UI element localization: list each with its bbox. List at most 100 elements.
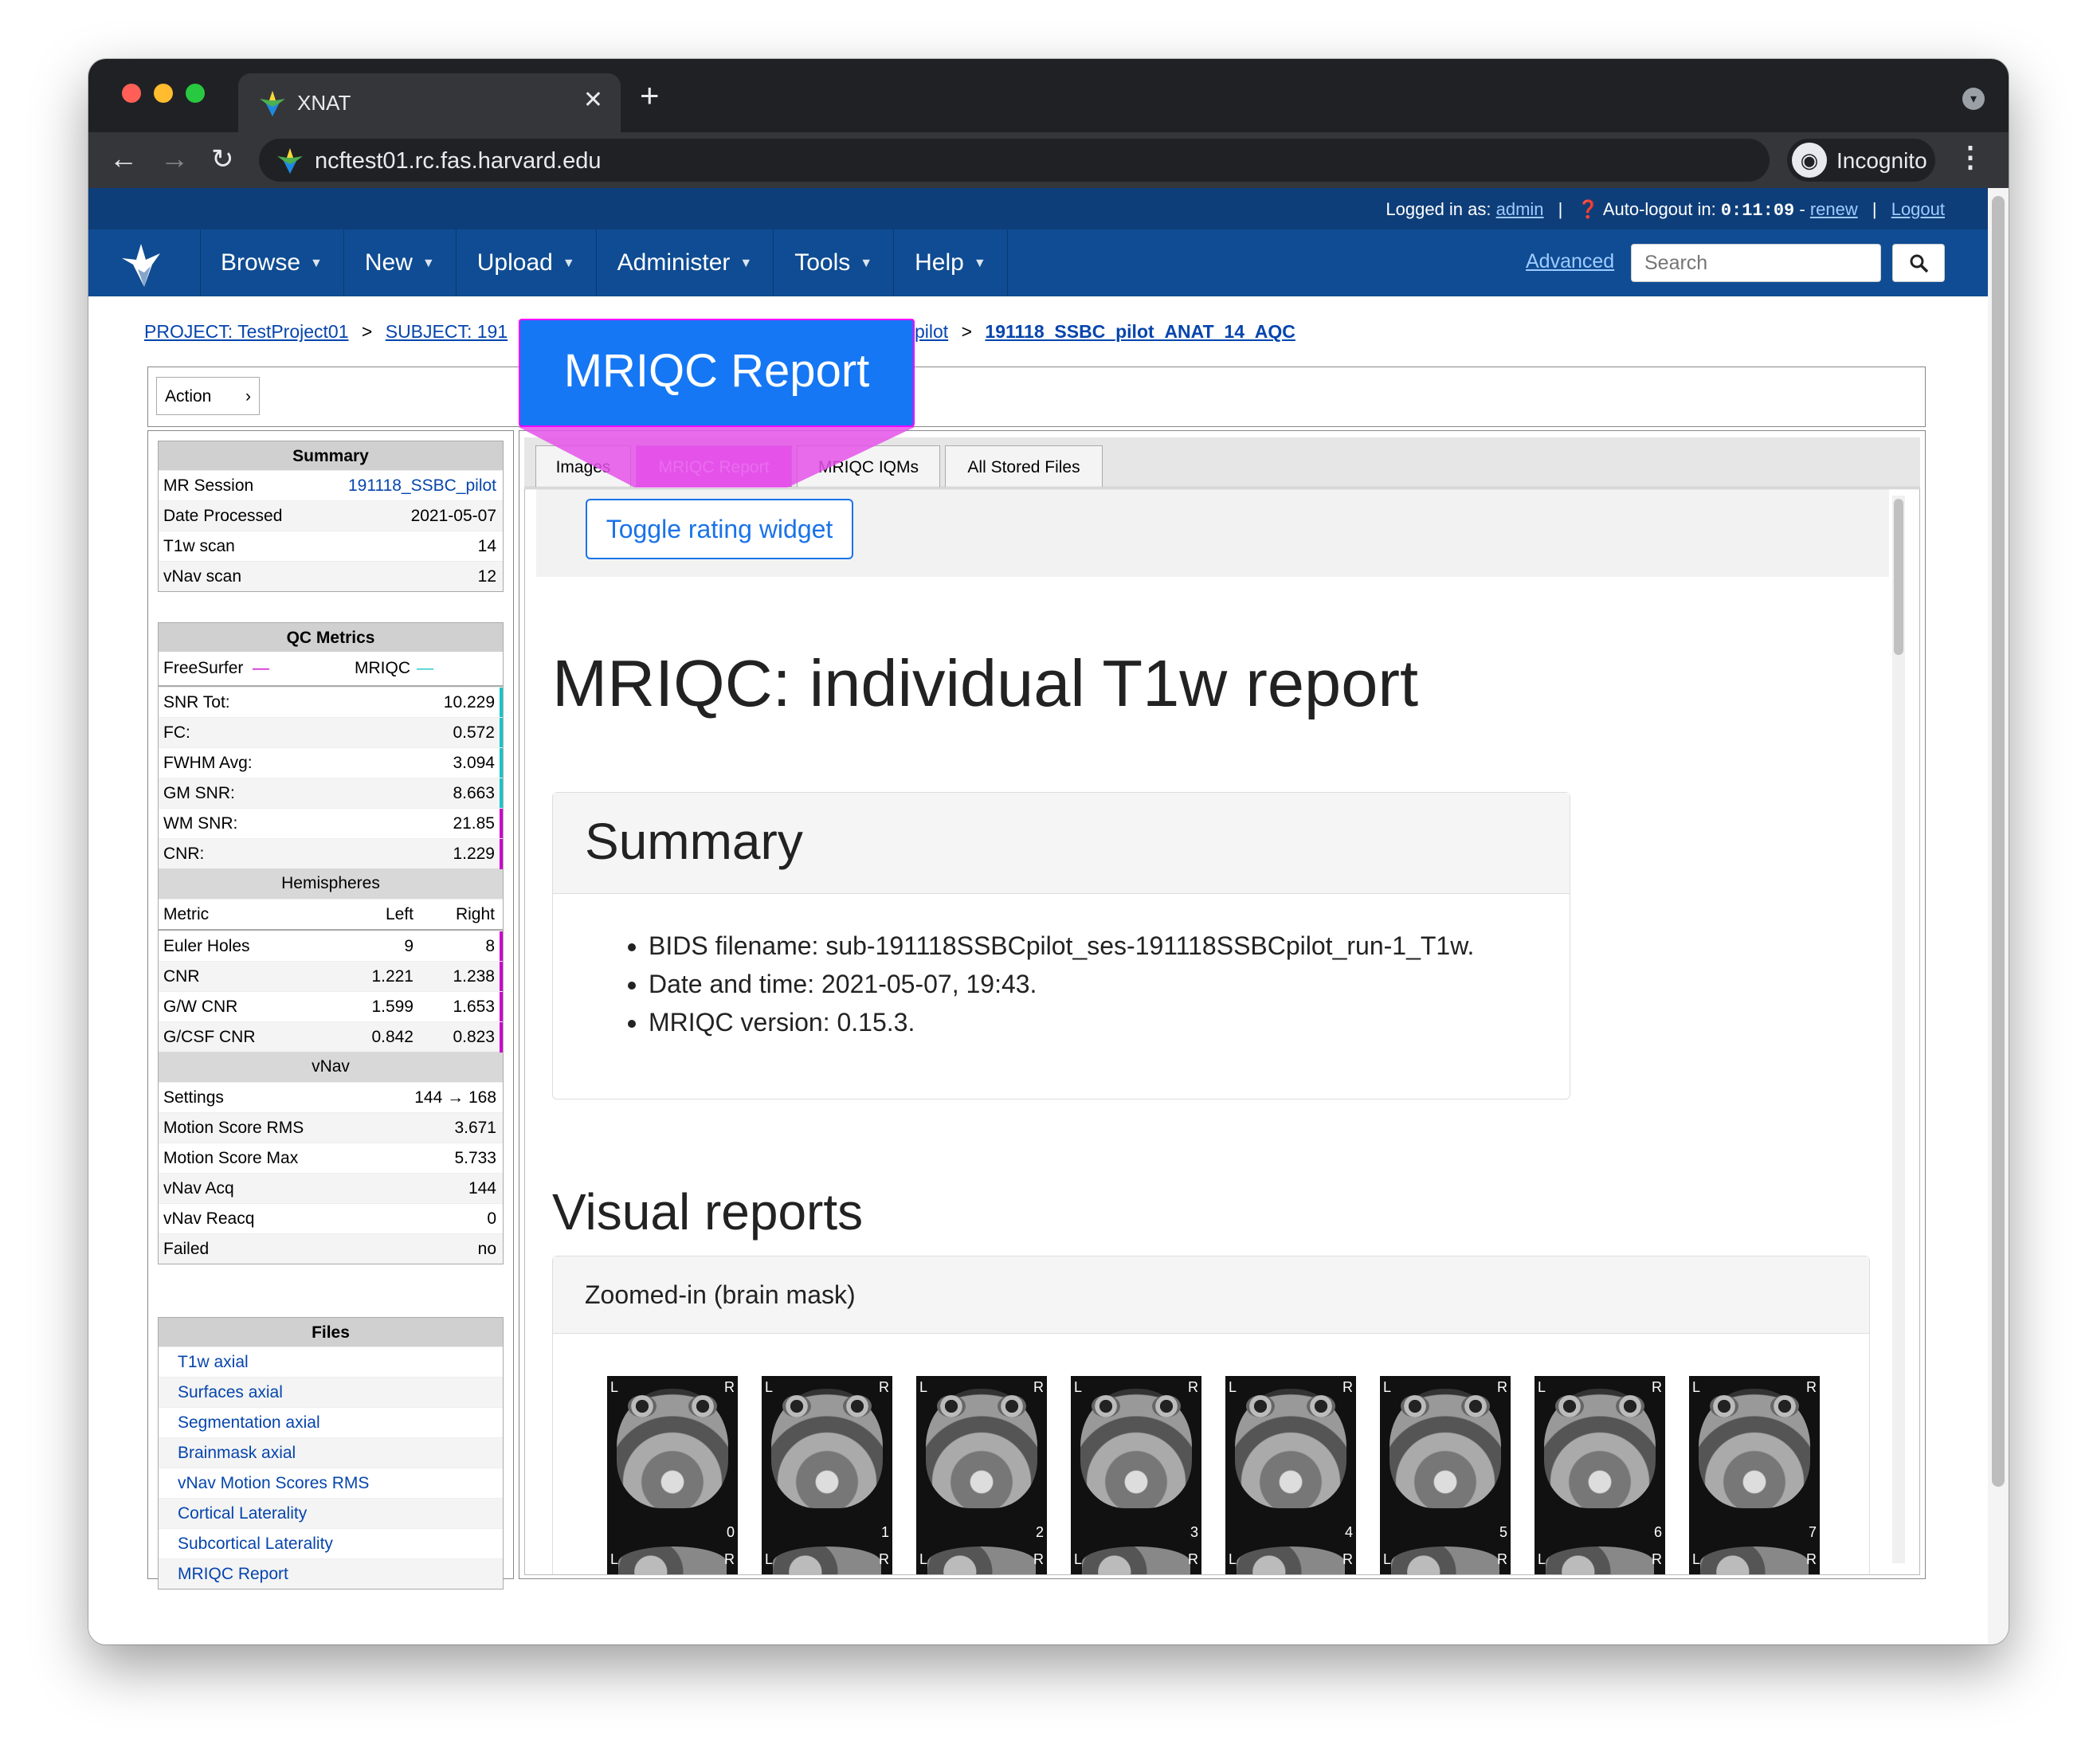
incognito-badge[interactable]: ◉ Incognito xyxy=(1787,139,1935,182)
mriqc-report-callout: MRIQC Report xyxy=(519,319,915,427)
close-window-button[interactable] xyxy=(122,84,141,103)
logout-link[interactable]: Logout xyxy=(1891,199,1945,219)
slice-thumbnail: L R L R 4 xyxy=(1225,1376,1356,1574)
reload-icon[interactable]: ↻ xyxy=(211,143,234,175)
vnav-row: vNav Acq 144 xyxy=(159,1173,503,1203)
xnat-logo[interactable] xyxy=(88,229,201,296)
toggle-rating-button[interactable]: Toggle rating widget xyxy=(586,499,853,559)
menu-upload[interactable]: Upload ▼ xyxy=(457,229,597,296)
tab-all-stored-files[interactable]: All Stored Files xyxy=(945,445,1103,487)
list-item: MRIQC version: 0.15.3. xyxy=(649,1003,1474,1041)
slice-thumbnail: L R L R 5 xyxy=(1380,1376,1511,1574)
session-link[interactable]: 191118_SSBC_pilot xyxy=(348,471,496,501)
maximize-window-button[interactable] xyxy=(186,84,205,103)
slice-label: R xyxy=(1033,1551,1044,1567)
browser-menu-icon[interactable]: ⋮ xyxy=(1956,140,1985,174)
search-input[interactable] xyxy=(1631,244,1881,282)
hemi-row: G/CSF CNR 0.842 0.823 xyxy=(159,1021,503,1053)
slice-label: R xyxy=(1188,1551,1198,1567)
qc-sidebar: Summary MR Session 191118_SSBC_pilot Date… xyxy=(147,430,514,1590)
menu-help[interactable]: Help ▼ xyxy=(894,229,1008,296)
action-bar: Action › xyxy=(147,367,1926,427)
tab-images[interactable]: Images xyxy=(535,445,631,487)
title-bar: XNAT ✕ + ▾ xyxy=(88,59,2009,132)
tab-mriqc-report[interactable]: MRIQC Report xyxy=(636,445,792,487)
slice-label: L xyxy=(1229,1551,1237,1567)
minimize-window-button[interactable] xyxy=(154,84,173,103)
slice-label: L xyxy=(1692,1379,1701,1395)
session-info-bar: Logged in as: admin | ❓ Auto-logout in: … xyxy=(88,188,1988,229)
browser-tab[interactable]: XNAT ✕ xyxy=(238,73,621,132)
menu-tools[interactable]: Tools ▼ xyxy=(774,229,895,296)
qc-metrics-section: QC Metrics FreeSurfer — MRIQC — SNR Tot: 10… xyxy=(158,622,504,1264)
list-item: BIDS filename: sub-191118SSBCpilot_ses-1… xyxy=(649,927,1474,965)
slice-label: R xyxy=(1188,1379,1198,1395)
autologout-label: Auto-logout in: xyxy=(1602,199,1716,219)
frame-scrollbar[interactable] xyxy=(1892,496,1905,1563)
file-link[interactable]: MRIQC Report xyxy=(159,1558,503,1589)
breadcrumb-subject[interactable]: SUBJECT: 191 xyxy=(386,321,508,342)
main-menu: Browse ▼ New ▼ Upload ▼ Administer ▼ Tools ▼ … xyxy=(200,229,1008,296)
breadcrumb-session[interactable]: pilot xyxy=(915,321,948,342)
user-link[interactable]: admin xyxy=(1496,199,1544,219)
file-link[interactable]: Segmentation axial xyxy=(159,1407,503,1437)
url-text: ncftest01.rc.fas.harvard.edu xyxy=(315,148,602,174)
site-favicon-icon xyxy=(277,148,303,174)
new-tab-icon[interactable]: + xyxy=(640,76,660,115)
zoomed-card: Zoomed-in (brain mask) L R L R 0 L R L R 1 L R L R 2 L R… xyxy=(552,1256,1870,1574)
close-tab-icon[interactable]: ✕ xyxy=(583,86,603,114)
slice-thumbnail: L R L R 7 xyxy=(1689,1376,1820,1574)
tab-search-icon[interactable]: ▾ xyxy=(1962,88,1985,110)
summary-list: BIDS filename: sub-191118SSBCpilot_ses-1… xyxy=(625,927,1474,1041)
summary-card: Summary BIDS filename: sub-191118SSBCpil… xyxy=(552,792,1570,1100)
summary-row: Date Processed 2021-05-07 xyxy=(159,500,503,531)
renew-link[interactable]: renew xyxy=(1810,199,1858,219)
slice-label: L xyxy=(1074,1379,1083,1395)
metric-row: GM SNR: 8.663 xyxy=(159,778,503,809)
hemi-row: Euler Holes 9 8 xyxy=(159,931,503,962)
summary-card-title: Summary xyxy=(585,813,803,870)
address-bar[interactable]: ncftest01.rc.fas.harvard.edu xyxy=(259,139,1770,182)
slice-label: L xyxy=(1229,1379,1237,1395)
file-link[interactable]: vNav Motion Scores RMS xyxy=(159,1468,503,1498)
tab-title: XNAT xyxy=(297,91,351,115)
slice-label: R xyxy=(879,1379,889,1395)
action-button[interactable]: Action › xyxy=(156,377,260,415)
toggle-area: Toggle rating widget xyxy=(536,489,1889,577)
slice-label: 6 xyxy=(1653,1524,1662,1540)
menu-browse[interactable]: Browse ▼ xyxy=(200,229,344,296)
file-link[interactable]: Subcortical Laterality xyxy=(159,1528,503,1558)
vnav-row: Failed no xyxy=(159,1233,503,1264)
vnav-heading: vNav xyxy=(159,1052,503,1082)
tab-strip: Images MRIQC Report MRIQC IQMs All Store… xyxy=(524,437,1920,488)
page-scrollbar[interactable] xyxy=(1988,188,2009,1644)
file-link[interactable]: Brainmask axial xyxy=(159,1437,503,1468)
list-item: Date and time: 2021-05-07, 19:43. xyxy=(649,965,1474,1003)
main-navbar: Browse ▼ New ▼ Upload ▼ Administer ▼ Tools ▼ … xyxy=(88,229,1988,296)
file-link[interactable]: Cortical Laterality xyxy=(159,1498,503,1528)
slice-label: R xyxy=(724,1551,735,1567)
slice-label: L xyxy=(1692,1551,1701,1567)
slice-label: L xyxy=(1538,1551,1546,1567)
slice-label: R xyxy=(1806,1551,1817,1567)
slice-label: 5 xyxy=(1499,1524,1507,1540)
slice-label: R xyxy=(1033,1379,1044,1395)
slice-label: R xyxy=(1342,1551,1353,1567)
advanced-search-link[interactable]: Advanced xyxy=(1526,250,1614,273)
menu-administer[interactable]: Administer ▼ xyxy=(597,229,774,296)
incognito-icon: ◉ xyxy=(1792,143,1827,178)
file-link[interactable]: Surfaces axial xyxy=(159,1377,503,1407)
metric-row: SNR Tot: 10.229 xyxy=(159,687,503,718)
file-link[interactable]: T1w axial xyxy=(159,1347,503,1377)
back-icon[interactable]: ← xyxy=(109,142,138,175)
breadcrumb-project[interactable]: PROJECT: TestProject01 xyxy=(144,321,349,342)
menu-new[interactable]: New ▼ xyxy=(344,229,457,296)
breadcrumb-current[interactable]: 191118_SSBC_pilot_ANAT_14_AQC xyxy=(985,321,1295,342)
vnav-row: Motion Score Max 5.733 xyxy=(159,1143,503,1173)
forward-icon[interactable]: → xyxy=(160,142,189,175)
tab-mriqc-iqms[interactable]: MRIQC IQMs xyxy=(797,445,940,487)
hemi-header-row: Metric Left Right xyxy=(159,899,503,931)
search-button[interactable] xyxy=(1892,244,1945,282)
slice-label: 1 xyxy=(880,1524,889,1540)
files-section: Files T1w axial Surfaces axial Segmentat… xyxy=(158,1317,504,1590)
